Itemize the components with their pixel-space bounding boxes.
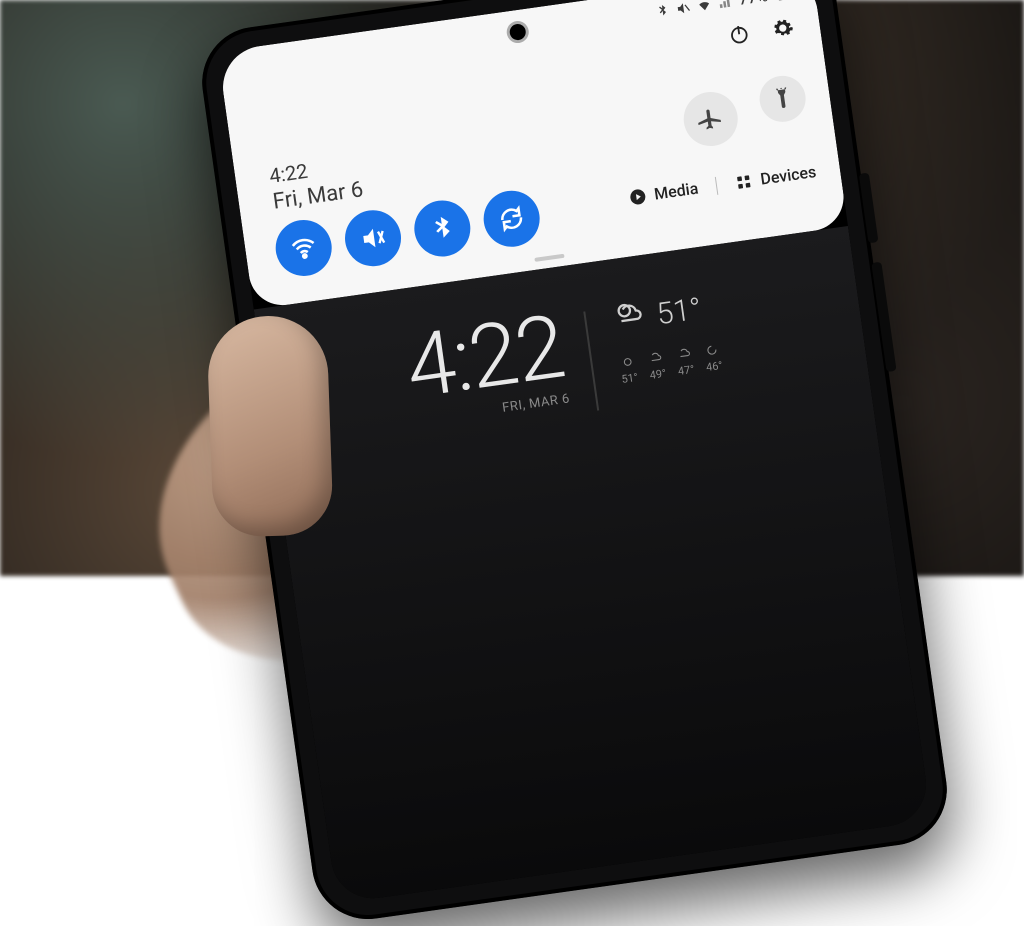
home-time: 4:22 xyxy=(402,307,568,407)
forecast-item: 46° xyxy=(703,341,724,374)
phone-screen: 77% 4:22 Fri, Mar 6 xyxy=(218,0,932,904)
signal-status-icon xyxy=(717,0,734,10)
battery-percent: 77% xyxy=(738,0,770,9)
home-divider xyxy=(584,311,600,410)
forecast-item: 47° xyxy=(675,345,696,378)
flashlight-toggle[interactable] xyxy=(757,73,809,125)
status-bar: 77% xyxy=(654,0,790,21)
mute-vibrate-toggle[interactable] xyxy=(341,207,404,270)
shortcut-divider xyxy=(715,176,718,194)
airplane-toggle[interactable] xyxy=(680,89,741,150)
wifi-toggle[interactable] xyxy=(272,216,335,279)
bluetooth-status-icon xyxy=(655,2,672,19)
mute-status-icon xyxy=(675,0,692,16)
forecast-row: 51° 49° 47° 46° xyxy=(618,341,723,386)
forecast-item: 49° xyxy=(646,349,667,382)
forecast-item: 51° xyxy=(618,353,639,386)
panel-clock: 4:22 Fri, Mar 6 xyxy=(268,151,365,214)
forecast-temp: 49° xyxy=(649,367,667,382)
forecast-temp: 51° xyxy=(621,371,639,386)
wifi-status-icon xyxy=(696,0,713,13)
phone: 77% 4:22 Fri, Mar 6 xyxy=(195,0,954,926)
home-clock: 4:22 FRI, MAR 6 xyxy=(402,307,571,428)
weather-temp: 51° xyxy=(654,291,703,332)
forecast-temp: 47° xyxy=(677,363,695,378)
panel-right-cluster: Media Devices xyxy=(657,99,806,120)
power-button[interactable] xyxy=(727,22,752,47)
devices-shortcut[interactable]: Devices xyxy=(733,162,817,192)
bluetooth-toggle[interactable] xyxy=(411,197,474,260)
auto-rotate-toggle[interactable] xyxy=(480,187,543,250)
forecast-temp: 46° xyxy=(705,359,723,374)
media-shortcut-label: Media xyxy=(653,179,699,204)
weather-icon xyxy=(610,295,650,341)
weather-widget[interactable]: 51° 51° 49° 47° 46° xyxy=(610,286,723,386)
devices-shortcut-label: Devices xyxy=(759,162,817,189)
panel-drag-handle[interactable] xyxy=(534,254,564,262)
panel-top-buttons xyxy=(727,16,795,47)
home-screen[interactable]: 4:22 FRI, MAR 6 51° 51° 49° 47° xyxy=(254,226,932,904)
media-shortcut[interactable]: Media xyxy=(627,179,699,208)
battery-status-icon xyxy=(773,0,790,2)
settings-button[interactable] xyxy=(770,16,795,41)
